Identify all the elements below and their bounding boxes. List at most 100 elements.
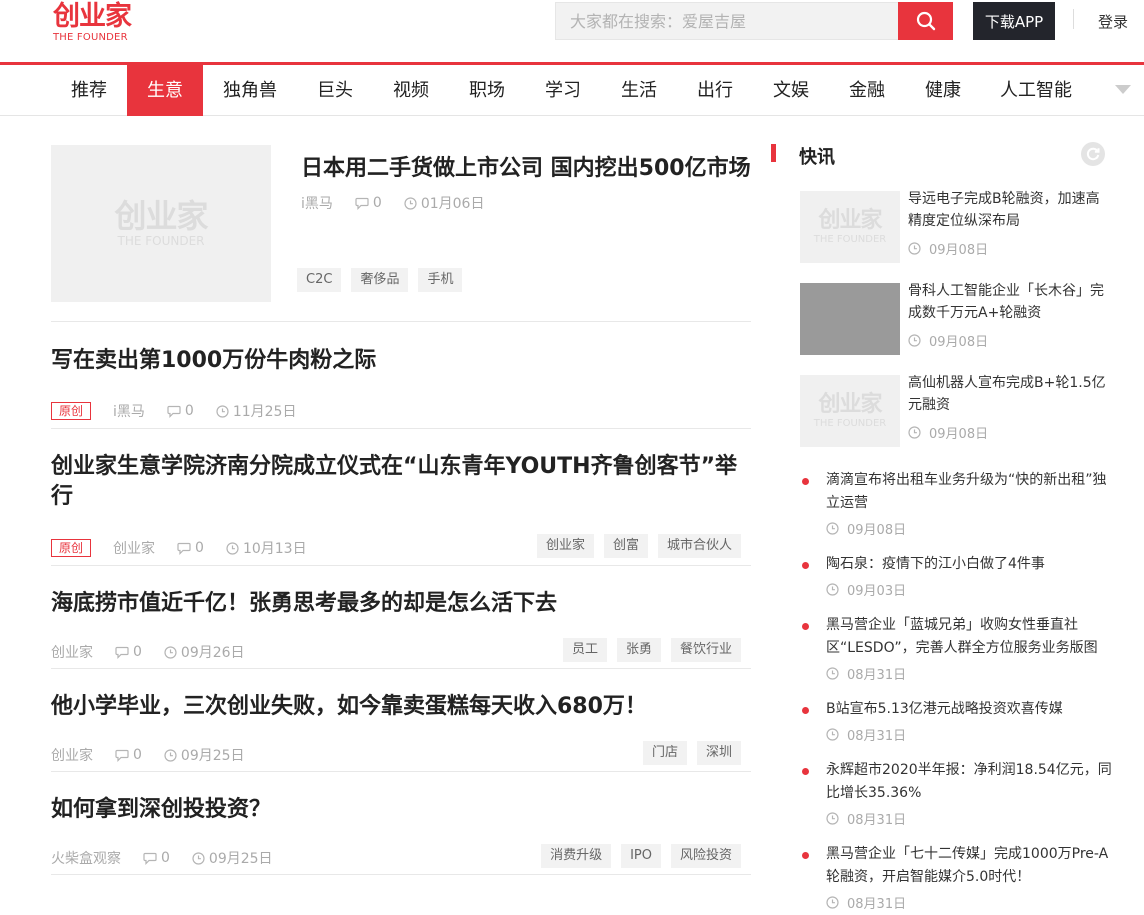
tag[interactable]: 手机 — [418, 268, 463, 292]
chevron-down-icon[interactable] — [1115, 85, 1131, 94]
nav-tab[interactable]: 文娱 — [753, 65, 829, 116]
feature-thumbnail[interactable]: 创业家 THE FOUNDER — [51, 145, 271, 302]
flash-news-item[interactable]: 滴滴宣布将出租车业务升级为“快的新出租”独立运营 09月08日 — [800, 469, 1110, 541]
header-divider — [1073, 9, 1074, 29]
tag[interactable]: 创业家 — [536, 534, 594, 558]
tag[interactable]: 餐饮行业 — [670, 638, 741, 662]
comment-count-value: 0 — [195, 540, 204, 556]
tag[interactable]: 深圳 — [696, 741, 741, 765]
search-icon — [916, 11, 935, 31]
nav-tab[interactable]: 生活 — [601, 65, 677, 116]
nav-tab[interactable]: 职场 — [449, 65, 525, 116]
clock-icon — [826, 896, 839, 909]
author[interactable]: i黑马 — [301, 193, 333, 213]
article-title[interactable]: 创业家生意学院济南分院成立仪式在“山东青年YOUTH齐鲁创客节”举行 — [51, 454, 737, 509]
author[interactable]: i黑马 — [113, 401, 145, 421]
nav-tab[interactable]: 巨头 — [297, 65, 373, 116]
feature-article[interactable]: 创业家 THE FOUNDER 日本用二手货做上市公司 国内挖出500亿市场 i… — [51, 145, 751, 321]
clock-icon — [404, 196, 417, 210]
nav-tab[interactable]: 推荐 — [51, 65, 127, 116]
tag[interactable]: IPO — [621, 844, 661, 868]
article-item[interactable]: 他小学毕业，三次创业失败，如今靠卖蛋糕每天收入680万！ 创业家 0 09月25日 门店… — [51, 692, 751, 767]
bullet-dot — [802, 623, 809, 630]
flash-news-item[interactable]: 骨科人工智能企业「长木谷」完成数千万元A+轮融资 09月08日 — [800, 283, 1105, 355]
comment-icon — [167, 405, 181, 418]
original-badge: 原创 — [51, 402, 92, 420]
article-meta: 原创 i黑马 0 11月25日 — [51, 399, 318, 423]
nav-tab[interactable]: 人工智能 — [981, 65, 1091, 116]
nav-tab[interactable]: 视频 — [373, 65, 449, 116]
comment-icon — [355, 197, 369, 210]
news-headline[interactable]: B站宣布5.13亿港元战略投资欢喜传媒 — [826, 698, 1116, 721]
news-headline[interactable]: 高仙机器人宣布完成B+轮1.5亿元融资 — [908, 372, 1108, 416]
logo-text-cn: 创业家 — [53, 1, 132, 32]
news-time-value: 08月31日 — [847, 729, 907, 744]
tag[interactable]: 风险投资 — [670, 844, 741, 868]
flash-news-item[interactable]: 陶石泉：疫情下的江小白做了4件事 09月03日 — [800, 553, 1110, 602]
article-item[interactable]: 创业家生意学院济南分院成立仪式在“山东青年YOUTH齐鲁创客节”举行 原创 创业家 0… — [51, 452, 751, 560]
article-meta: 创业家 0 09月25日 — [51, 743, 267, 767]
publish-date: 10月13日 — [226, 538, 307, 558]
news-time-value: 09月03日 — [847, 584, 907, 599]
nav-tab[interactable]: 独角兽 — [203, 65, 297, 116]
article-item[interactable]: 如何拿到深创投投资？ 火柴盒观察 0 09月25日 消费升级 IPO 风险投资 — [51, 795, 751, 870]
tag[interactable]: 门店 — [642, 741, 687, 765]
feature-title[interactable]: 日本用二手货做上市公司 国内挖出500亿市场 — [301, 150, 751, 182]
article-item[interactable]: 海底捞市值近千亿！张勇思考最多的却是怎么活下去 创业家 0 09月26日 员工 张勇 餐饮行… — [51, 589, 751, 664]
news-headline[interactable]: 黑马营企业「七十二传媒」完成1000万Pre-A轮融资，开启智能媒介5.0时代！ — [826, 843, 1116, 889]
news-headline[interactable]: 滴滴宣布将出租车业务升级为“快的新出租”独立运营 — [826, 469, 1116, 515]
news-headline[interactable]: 导远电子完成B轮融资，加速高精度定位纵深布局 — [908, 188, 1108, 232]
article-title[interactable]: 他小学毕业，三次创业失败，如今靠卖蛋糕每天收入680万！ — [51, 694, 647, 719]
thumbnail-logo-cn: 创业家 — [818, 207, 882, 233]
flash-news-item[interactable]: 黑马营企业「七十二传媒」完成1000万Pre-A轮融资，开启智能媒介5.0时代！… — [800, 843, 1110, 915]
flash-news-item[interactable]: B站宣布5.13亿港元战略投资欢喜传媒 08月31日 — [800, 698, 1110, 747]
news-headline[interactable]: 骨科人工智能企业「长木谷」完成数千万元A+轮融资 — [908, 280, 1108, 324]
refresh-button[interactable] — [1081, 142, 1105, 166]
site-logo[interactable]: 创业家 THE FOUNDER — [53, 2, 143, 44]
download-app-button[interactable]: 下载APP — [973, 2, 1055, 40]
divider — [51, 428, 751, 429]
search-button[interactable] — [898, 2, 953, 40]
search-box — [555, 2, 898, 40]
flash-news-item[interactable]: 创业家 THE FOUNDER 高仙机器人宣布完成B+轮1.5亿元融资 09月08日 — [800, 372, 1108, 447]
nav-tab[interactable]: 出行 — [677, 65, 753, 116]
tag[interactable]: 奢侈品 — [351, 268, 409, 292]
author[interactable]: 创业家 — [51, 642, 93, 662]
news-thumbnail[interactable]: 创业家 THE FOUNDER — [800, 191, 900, 263]
article-title[interactable]: 写在卖出第1000万份牛肉粉之际 — [51, 348, 376, 373]
news-headline[interactable]: 陶石泉：疫情下的江小白做了4件事 — [826, 553, 1116, 576]
article-title[interactable]: 海底捞市值近千亿！张勇思考最多的却是怎么活下去 — [51, 591, 557, 616]
article-tags: 创业家 创富 城市合伙人 — [536, 534, 741, 558]
nav-tab[interactable]: 健康 — [905, 65, 981, 116]
nav-tab[interactable]: 学习 — [525, 65, 601, 116]
publish-date: 11月25日 — [216, 401, 296, 421]
news-headline[interactable]: 永辉超市2020半年报：净利润18.54亿元，同比增长35.36% — [826, 759, 1116, 805]
tag[interactable]: 城市合伙人 — [657, 534, 741, 558]
flash-news-item[interactable]: 创业家 THE FOUNDER 导远电子完成B轮融资，加速高精度定位纵深布局 09月0… — [800, 191, 1105, 263]
tag[interactable]: C2C — [297, 268, 342, 292]
search-input[interactable] — [556, 3, 898, 39]
divider — [51, 771, 751, 772]
article-item[interactable]: 写在卖出第1000万份牛肉粉之际原创 i黑马 0 11月25日 — [51, 346, 751, 423]
news-thumbnail[interactable] — [800, 283, 900, 355]
tag[interactable]: 创富 — [603, 534, 648, 558]
author[interactable]: 创业家 — [113, 538, 155, 558]
comment-count-value: 0 — [184, 403, 194, 419]
author[interactable]: 火柴盒观察 — [51, 848, 121, 868]
thumbnail-logo-en: THE FOUNDER — [813, 417, 887, 429]
news-headline[interactable]: 黑马营企业「蓝城兄弟」收购女性垂直社区“LESDO”，完善人群全方位服务业务版图 — [826, 614, 1116, 660]
tag[interactable]: 员工 — [562, 638, 607, 662]
flash-news-item[interactable]: 永辉超市2020半年报：净利润18.54亿元，同比增长35.36% 08月31日 — [800, 759, 1112, 831]
nav-tab[interactable]: 金融 — [829, 65, 905, 116]
article-title[interactable]: 如何拿到深创投投资？ — [51, 797, 271, 822]
tag[interactable]: 张勇 — [616, 638, 661, 662]
tag[interactable]: 消费升级 — [541, 844, 612, 868]
publish-date-value: 10月13日 — [242, 541, 307, 557]
divider — [51, 668, 751, 669]
login-link[interactable]: 登录 — [1098, 11, 1128, 32]
comment-count: 0 — [177, 540, 204, 556]
nav-tab[interactable]: 生意 — [127, 65, 203, 116]
flash-news-item[interactable]: 黑马营企业「蓝城兄弟」收购女性垂直社区“LESDO”，完善人群全方位服务业务版图… — [800, 614, 1110, 686]
news-thumbnail[interactable]: 创业家 THE FOUNDER — [800, 375, 900, 447]
author[interactable]: 创业家 — [51, 745, 93, 765]
